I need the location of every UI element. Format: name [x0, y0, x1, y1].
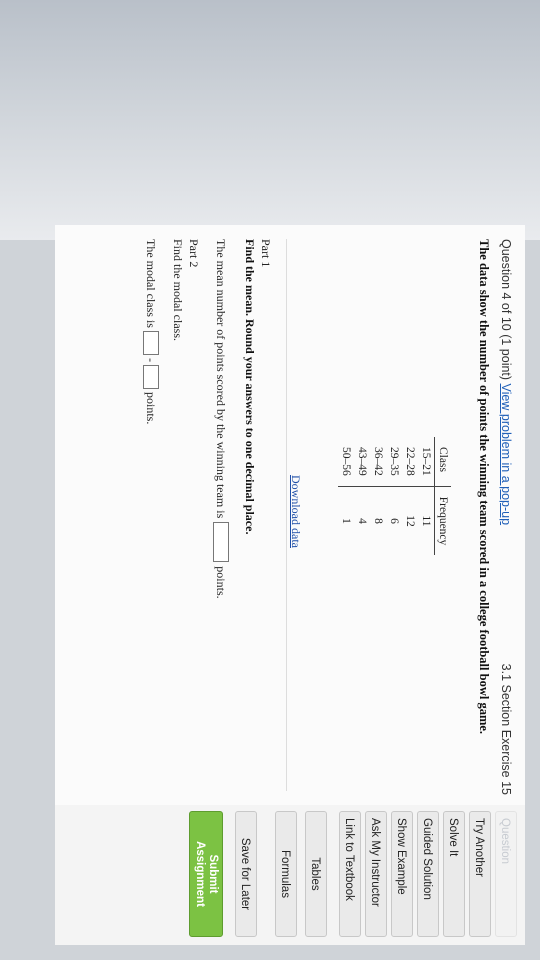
part2-unit: points.: [144, 391, 159, 425]
frequency-cell: 4: [356, 518, 368, 524]
submit-label: Submit: [207, 854, 219, 894]
part2-question-text: The modal class is: [144, 239, 159, 328]
popup-link[interactable]: View problem in a pop-up: [499, 384, 513, 526]
link-textbook-button[interactable]: Link to Textbook: [339, 811, 361, 937]
help-sidebar: Question Try Another Solve It Guided Sol…: [55, 811, 525, 941]
class-cell: 22–28: [402, 437, 418, 487]
question-pane: Question 4 of 10 (1 point) View problem …: [55, 225, 525, 805]
question-prompt: The data show the number of points the w…: [477, 239, 491, 735]
table-row: 29–35 6: [386, 437, 402, 555]
part2-title: Part 2: [187, 239, 201, 268]
class-cell: 36–42: [370, 437, 386, 487]
save-for-later-button[interactable]: Save for Later: [235, 811, 257, 937]
frequency-cell: 11: [420, 515, 432, 527]
part1-title: Part 1: [259, 239, 273, 268]
submit-assignment-button[interactable]: Submit Assignment: [189, 811, 223, 937]
tables-button[interactable]: Tables: [305, 811, 327, 937]
show-example-button[interactable]: Show Example: [391, 811, 413, 937]
download-data-link[interactable]: Download data: [288, 475, 303, 548]
divider: [286, 239, 287, 791]
question-number: Question 4 of 10 (1 point): [499, 239, 513, 381]
part1-question: The mean number of points scored by the …: [213, 239, 229, 599]
class-cell: 43–49: [354, 437, 370, 487]
class-cell: 50–56: [338, 437, 354, 487]
ask-instructor-button[interactable]: Ask My Instructor: [365, 811, 387, 937]
solve-it-button[interactable]: Solve It: [443, 811, 465, 937]
frequency-cell: 12: [404, 515, 416, 527]
class-cell: 15–21: [418, 437, 435, 487]
rotated-screen: Question 4 of 10 (1 point) View problem …: [55, 225, 525, 945]
range-separator: -: [144, 357, 159, 362]
question-header: Question 4 of 10 (1 point) View problem …: [499, 239, 513, 525]
column-header-class: Class: [434, 437, 451, 487]
part1-unit: points.: [214, 566, 229, 599]
part1-question-text: The mean number of points scored by the …: [214, 239, 229, 519]
part2-instruction: Find the modal class.: [171, 239, 185, 341]
formulas-button[interactable]: Formulas: [275, 811, 297, 937]
class-cell: 29–35: [386, 437, 402, 487]
part1-instruction: Find the mean. Round your answers to one…: [243, 239, 257, 535]
table-row: 36–42 8: [370, 437, 386, 555]
question-tab[interactable]: Question: [495, 811, 517, 937]
column-header-frequency: Frequency: [434, 486, 451, 556]
frequency-cell: 6: [388, 518, 400, 524]
try-another-button[interactable]: Try Another: [469, 811, 491, 937]
table-row: 43–49 4: [354, 437, 370, 555]
table-header-row: Class Frequency: [434, 437, 451, 556]
frequency-table: Class Frequency 15–21 11 22–28 12 29–35 6 3…: [338, 437, 451, 556]
guided-solution-button[interactable]: Guided Solution: [417, 811, 439, 937]
table-row: 22–28 12: [402, 437, 418, 555]
mean-answer-input[interactable]: [213, 522, 229, 563]
frequency-cell: 8: [372, 518, 384, 524]
part2-question: The modal class is - points.: [143, 239, 159, 424]
modal-class-low-input[interactable]: [143, 330, 159, 355]
modal-class-high-input[interactable]: [143, 364, 159, 389]
table-row: 50–56 1: [338, 437, 354, 555]
section-label: 3.1 Section Exercise 15: [499, 663, 513, 795]
frequency-cell: 1: [340, 518, 352, 524]
screen-glare: [0, 0, 540, 240]
assignment-label: Assignment: [194, 841, 206, 907]
table-row: 15–21 11: [418, 437, 435, 555]
